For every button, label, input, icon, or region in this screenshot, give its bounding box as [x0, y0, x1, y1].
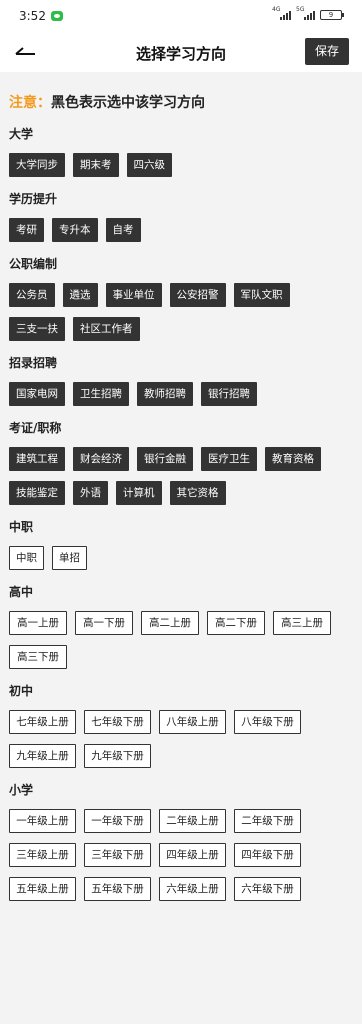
tag-list: 一年级上册 一年级下册 二年级上册 二年级下册三年级上册 三年级下册 四年级上册 四年级下册…: [9, 809, 353, 901]
direction-tag[interactable]: 三年级上册: [9, 843, 76, 867]
direction-tag[interactable]: 四六级: [126, 153, 172, 177]
direction-tag[interactable]: 卫生招聘: [73, 382, 129, 406]
section: 初中七年级上册 七年级下册 八年级上册 八年级下册九年级上册 九年级下册: [9, 683, 353, 768]
tag-list: 中职 单招: [9, 546, 353, 570]
section-title: 中职: [9, 520, 34, 534]
direction-tag[interactable]: 六年级上册: [159, 877, 226, 901]
direction-tag[interactable]: 医疗卫生: [201, 447, 257, 471]
section: 大学大学同步 期末考 四六级: [9, 126, 353, 177]
direction-tag[interactable]: 三年级下册: [84, 843, 151, 867]
tag-list: 公务员 遴选 事业单位 公安招警 军队文职三支一扶 社区工作者: [9, 283, 353, 341]
direction-tag[interactable]: 军队文职: [233, 283, 290, 307]
direction-tag[interactable]: 九年级下册: [84, 744, 151, 768]
direction-tag[interactable]: 技能鉴定: [9, 481, 65, 505]
sections-list: 大学大学同步 期末考 四六级学历提升考研 专升本 自考公职编制公务员 遴选 事业单位 公安招警…: [9, 126, 353, 901]
direction-tag[interactable]: 四年级下册: [234, 843, 301, 867]
direction-tag[interactable]: 其它资格: [169, 481, 226, 505]
direction-tag[interactable]: 财会经济: [73, 447, 129, 471]
section: 学历提升考研 专升本 自考: [9, 191, 353, 242]
direction-tag[interactable]: 六年级下册: [234, 877, 301, 901]
direction-tag[interactable]: 七年级下册: [84, 710, 151, 734]
section-title: 招录招聘: [9, 356, 58, 370]
direction-tag[interactable]: 期末考: [73, 153, 119, 177]
tag-list: 建筑工程 财会经济 银行金融 医疗卫生 教育资格技能鉴定 外语 计算机 其它资格: [9, 447, 353, 505]
signal-network-label: 5G: [296, 6, 305, 13]
direction-tag[interactable]: 高一下册: [75, 611, 133, 635]
direction-tag[interactable]: 高一上册: [9, 611, 67, 635]
direction-tag[interactable]: 外语: [73, 481, 108, 505]
direction-tag[interactable]: 七年级上册: [9, 710, 76, 734]
notice-text: 黑色表示选中该学习方向: [51, 95, 205, 111]
direction-tag[interactable]: 遴选: [62, 283, 98, 307]
save-button[interactable]: 保存: [305, 38, 349, 65]
direction-tag[interactable]: 二年级上册: [159, 809, 226, 833]
direction-tag[interactable]: 国家电网: [9, 382, 65, 406]
section-title: 高中: [9, 585, 34, 599]
section-title: 公职编制: [9, 257, 58, 271]
direction-tag[interactable]: 二年级下册: [234, 809, 301, 833]
tag-list: 考研 专升本 自考: [9, 218, 353, 242]
section: 招录招聘国家电网 卫生招聘 教师招聘 银行招聘: [9, 355, 353, 406]
tag-list: 国家电网 卫生招聘 教师招聘 银行招聘: [9, 382, 353, 406]
direction-tag[interactable]: 八年级上册: [159, 710, 226, 734]
section: 高中高一上册 高一下册 高二上册 高二下册 高三上册高三下册: [9, 584, 353, 669]
section: 公职编制公务员 遴选 事业单位 公安招警 军队文职三支一扶 社区工作者: [9, 256, 353, 341]
battery-icon: 9: [320, 9, 344, 20]
direction-tag[interactable]: 单招: [52, 546, 87, 570]
direction-tag[interactable]: 九年级上册: [9, 744, 76, 768]
content: 注意：黑色表示选中该学习方向 大学大学同步 期末考 四六级学历提升考研 专升本 自考公职…: [0, 94, 362, 901]
direction-tag[interactable]: 五年级上册: [9, 877, 76, 901]
status-indicators: 4G 5G 9: [272, 6, 344, 20]
section-title: 初中: [9, 684, 34, 698]
direction-tag[interactable]: 银行招聘: [201, 382, 257, 406]
tag-list: 七年级上册 七年级下册 八年级上册 八年级下册九年级上册 九年级下册: [9, 710, 353, 768]
direction-tag[interactable]: 高三下册: [9, 645, 67, 669]
direction-tag[interactable]: 中职: [9, 546, 44, 570]
notice: 注意：黑色表示选中该学习方向: [9, 94, 353, 112]
direction-tag[interactable]: 大学同步: [9, 153, 65, 177]
signal-icon: 4G: [272, 6, 291, 20]
section: 小学一年级上册 一年级下册 二年级上册 二年级下册三年级上册 三年级下册 四年级上册 四年级…: [9, 782, 353, 901]
section: 中职 中职 单招: [9, 519, 353, 570]
tag-list: 高一上册 高一下册 高二上册 高二下册 高三上册高三下册: [9, 611, 353, 669]
direction-tag[interactable]: 教育资格: [265, 447, 321, 471]
section-title: 大学: [9, 127, 34, 141]
direction-tag[interactable]: 一年级下册: [84, 809, 151, 833]
notice-prefix: 注意：: [9, 95, 51, 111]
direction-tag[interactable]: 计算机: [116, 481, 162, 505]
signal-icon: 5G: [296, 6, 315, 20]
direction-tag[interactable]: 高三上册: [273, 611, 331, 635]
status-time: 3:52: [19, 9, 46, 23]
section-title: 学历提升: [9, 192, 58, 206]
signal-network-label: 4G: [272, 6, 281, 13]
direction-tag[interactable]: 建筑工程: [9, 447, 65, 471]
direction-tag[interactable]: 事业单位: [105, 283, 162, 307]
app-header: 选择学习方向 保存: [0, 34, 362, 72]
direction-tag[interactable]: 银行金融: [137, 447, 193, 471]
section: 考证/职称建筑工程 财会经济 银行金融 医疗卫生 教育资格技能鉴定 外语 计算机 其它资格: [9, 420, 353, 505]
wechat-icon: [51, 11, 63, 21]
direction-tag[interactable]: 高二下册: [207, 611, 265, 635]
direction-tag[interactable]: 三支一扶: [9, 317, 65, 341]
direction-tag[interactable]: 公务员: [9, 283, 55, 307]
section-title: 考证/职称: [9, 421, 62, 435]
direction-tag[interactable]: 教师招聘: [137, 382, 193, 406]
direction-tag[interactable]: 社区工作者: [73, 317, 140, 341]
direction-tag[interactable]: 一年级上册: [9, 809, 76, 833]
direction-tag[interactable]: 五年级下册: [84, 877, 151, 901]
direction-tag[interactable]: 四年级上册: [159, 843, 226, 867]
direction-tag[interactable]: 八年级下册: [234, 710, 301, 734]
direction-tag[interactable]: 专升本: [52, 218, 98, 242]
direction-tag[interactable]: 公安招警: [169, 283, 226, 307]
direction-tag[interactable]: 高二上册: [141, 611, 199, 635]
direction-tag[interactable]: 考研: [9, 218, 44, 242]
direction-tag[interactable]: 自考: [105, 218, 141, 242]
tag-list: 大学同步 期末考 四六级: [9, 153, 353, 177]
section-title: 小学: [9, 783, 34, 797]
status-bar: 3:52 4G 5G 9: [0, 0, 362, 34]
